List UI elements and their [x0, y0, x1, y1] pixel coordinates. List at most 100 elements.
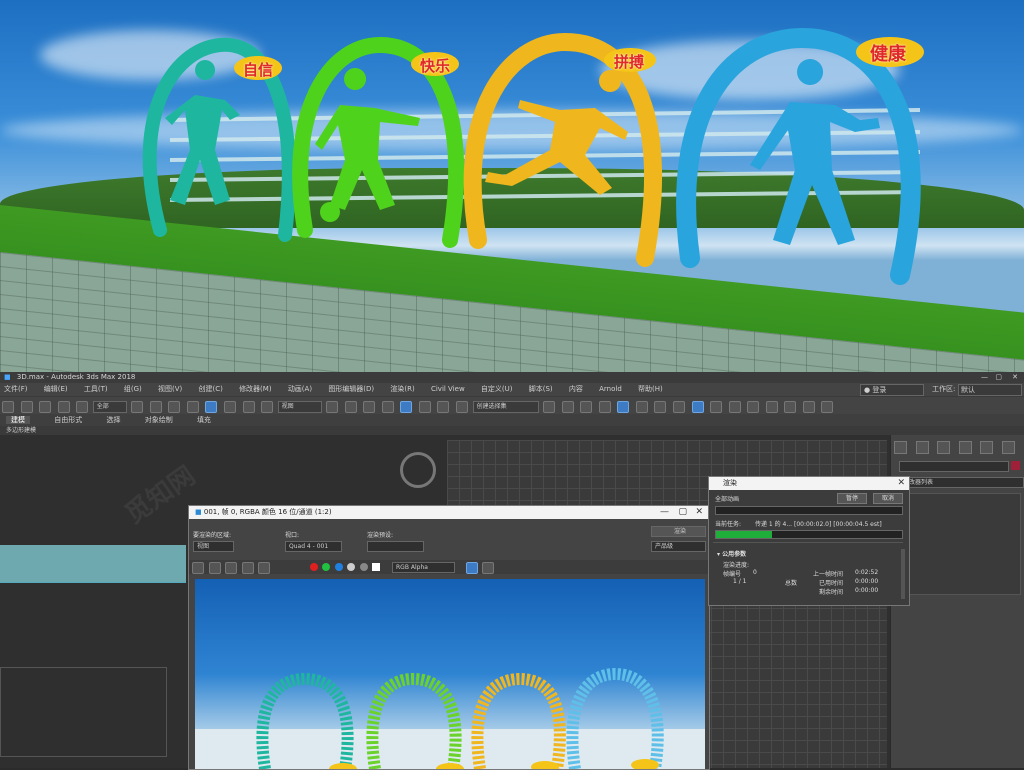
- edit-named-sets-icon[interactable]: [456, 401, 469, 413]
- swatch-icon[interactable]: [372, 563, 381, 571]
- unlink-icon[interactable]: [57, 401, 70, 413]
- reference-coord-select[interactable]: 视图: [277, 401, 322, 413]
- tab-modeling[interactable]: 建模: [6, 416, 30, 424]
- layer-explorer-icon[interactable]: [598, 401, 611, 413]
- arnold-icon[interactable]: [765, 401, 778, 413]
- create-tab-icon[interactable]: [894, 441, 907, 454]
- area-to-render-select[interactable]: 视图: [193, 541, 234, 552]
- menu-civil-view[interactable]: Civil View: [431, 385, 465, 393]
- place-icon[interactable]: [261, 401, 274, 413]
- clear-icon[interactable]: [258, 562, 271, 574]
- maximize-button[interactable]: ▢: [995, 372, 1002, 383]
- modifier-list-select[interactable]: 修改器列表: [899, 477, 1024, 488]
- menu-help[interactable]: 帮助(H): [638, 385, 663, 393]
- menu-animation[interactable]: 动画(A): [288, 385, 312, 393]
- menu-scripting[interactable]: 脚本(S): [529, 385, 553, 393]
- scene-explorer-icon[interactable]: [580, 401, 593, 413]
- menu-arnold[interactable]: Arnold: [599, 385, 622, 393]
- redo-icon[interactable]: [20, 401, 33, 413]
- menu-edit[interactable]: 编辑(E): [44, 385, 68, 393]
- copy-image-icon[interactable]: [208, 562, 221, 574]
- channel-display-select[interactable]: RGB Alpha: [392, 562, 456, 573]
- tab-selection[interactable]: 选择: [106, 416, 120, 424]
- menu-graph-editors[interactable]: 图形编辑器(D): [328, 385, 374, 393]
- bind-space-warp-icon[interactable]: [76, 401, 89, 413]
- menu-rendering[interactable]: 渲染(R): [390, 385, 414, 393]
- menu-tools[interactable]: 工具(T): [84, 385, 108, 393]
- monochrome-icon[interactable]: [359, 563, 368, 571]
- frame-minimize-button[interactable]: —: [660, 506, 669, 519]
- alpha-channel-icon[interactable]: [347, 563, 356, 571]
- render-production-icon[interactable]: [728, 401, 741, 413]
- tab-object-paint[interactable]: 对象绘制: [145, 416, 173, 424]
- window-crossing-icon[interactable]: [186, 401, 199, 413]
- menu-customize[interactable]: 自定义(U): [481, 385, 513, 393]
- polygon-modeling-label[interactable]: 多边形建模: [6, 427, 36, 434]
- tab-populate[interactable]: 填充: [197, 416, 211, 424]
- object-color-swatch[interactable]: [1011, 461, 1020, 470]
- material-editor-icon[interactable]: [672, 401, 685, 413]
- menu-group[interactable]: 组(G): [124, 385, 142, 393]
- arnold-render-icon[interactable]: [784, 401, 797, 413]
- viewcube-icon[interactable]: [400, 452, 436, 488]
- undo-icon[interactable]: [2, 401, 14, 413]
- object-name-field[interactable]: [899, 461, 1009, 472]
- frame-close-button[interactable]: ✕: [695, 506, 703, 519]
- ribbon-toggle-icon[interactable]: [617, 401, 630, 413]
- align-icon[interactable]: [561, 401, 574, 413]
- login-dropdown[interactable]: ● 登录: [860, 384, 924, 396]
- arnold-ipr-icon[interactable]: [802, 401, 815, 413]
- frame-maximize-button[interactable]: ▢: [678, 506, 687, 519]
- print-image-icon[interactable]: [241, 562, 254, 574]
- modifier-stack[interactable]: [899, 493, 1021, 595]
- keyboard-shortcut-icon[interactable]: [363, 401, 376, 413]
- pause-button[interactable]: 暂停: [837, 493, 867, 504]
- common-params-section[interactable]: ▾ 公用参数: [717, 549, 746, 558]
- named-selection-set-select[interactable]: 创建选择集: [472, 401, 539, 413]
- save-image-icon[interactable]: [192, 562, 204, 574]
- tab-freeform[interactable]: 自由形式: [54, 416, 82, 424]
- arnold-light-icon[interactable]: [821, 401, 834, 413]
- select-object-icon[interactable]: [131, 401, 144, 413]
- render-preset-select[interactable]: [367, 541, 424, 552]
- render-button[interactable]: 渲染: [651, 526, 706, 537]
- modify-tab-icon[interactable]: [915, 441, 929, 454]
- rotate-icon[interactable]: [224, 401, 237, 413]
- pivot-icon[interactable]: [326, 401, 339, 413]
- motion-tab-icon[interactable]: [958, 441, 972, 454]
- angle-snap-icon[interactable]: [400, 401, 413, 413]
- display-tab-icon[interactable]: [980, 441, 994, 454]
- menu-modifiers[interactable]: 修改器(M): [239, 385, 272, 393]
- clone-window-icon[interactable]: [225, 562, 238, 574]
- red-channel-icon[interactable]: [309, 563, 318, 571]
- viewport-select[interactable]: Quad 4 - 001: [285, 541, 342, 552]
- toggle-ui-icon[interactable]: [465, 562, 478, 574]
- dialog-scrollbar[interactable]: [901, 549, 905, 599]
- close-button[interactable]: ✕: [1012, 372, 1018, 383]
- render-setup-icon[interactable]: [691, 401, 704, 413]
- rect-selection-icon[interactable]: [168, 401, 181, 413]
- menu-create[interactable]: 创建(C): [198, 385, 222, 393]
- curve-editor-icon[interactable]: [635, 401, 648, 413]
- link-icon[interactable]: [39, 401, 52, 413]
- minimize-button[interactable]: —: [981, 372, 988, 383]
- cancel-button[interactable]: 取消: [873, 493, 903, 504]
- select-manipulate-icon[interactable]: [344, 401, 357, 413]
- snaps-toggle-icon[interactable]: [381, 401, 394, 413]
- workspace-select[interactable]: 默认: [958, 384, 1022, 396]
- utilities-tab-icon[interactable]: [1001, 441, 1015, 454]
- move-icon[interactable]: [205, 401, 218, 413]
- rendered-frame-window-icon[interactable]: [710, 401, 723, 413]
- menu-content[interactable]: 内容: [569, 385, 583, 393]
- green-channel-icon[interactable]: [322, 563, 331, 571]
- render-a360-icon[interactable]: [747, 401, 760, 413]
- mirror-icon[interactable]: [543, 401, 556, 413]
- menu-views[interactable]: 视图(V): [158, 385, 182, 393]
- rendering-close-button[interactable]: ✕: [897, 477, 905, 490]
- toggle-overlay-icon[interactable]: [482, 562, 495, 574]
- select-by-name-icon[interactable]: [149, 401, 162, 413]
- schematic-view-icon[interactable]: [654, 401, 667, 413]
- scale-icon[interactable]: [242, 401, 255, 413]
- spinner-snap-icon[interactable]: [437, 401, 450, 413]
- render-mode-select[interactable]: 产品级: [651, 541, 706, 552]
